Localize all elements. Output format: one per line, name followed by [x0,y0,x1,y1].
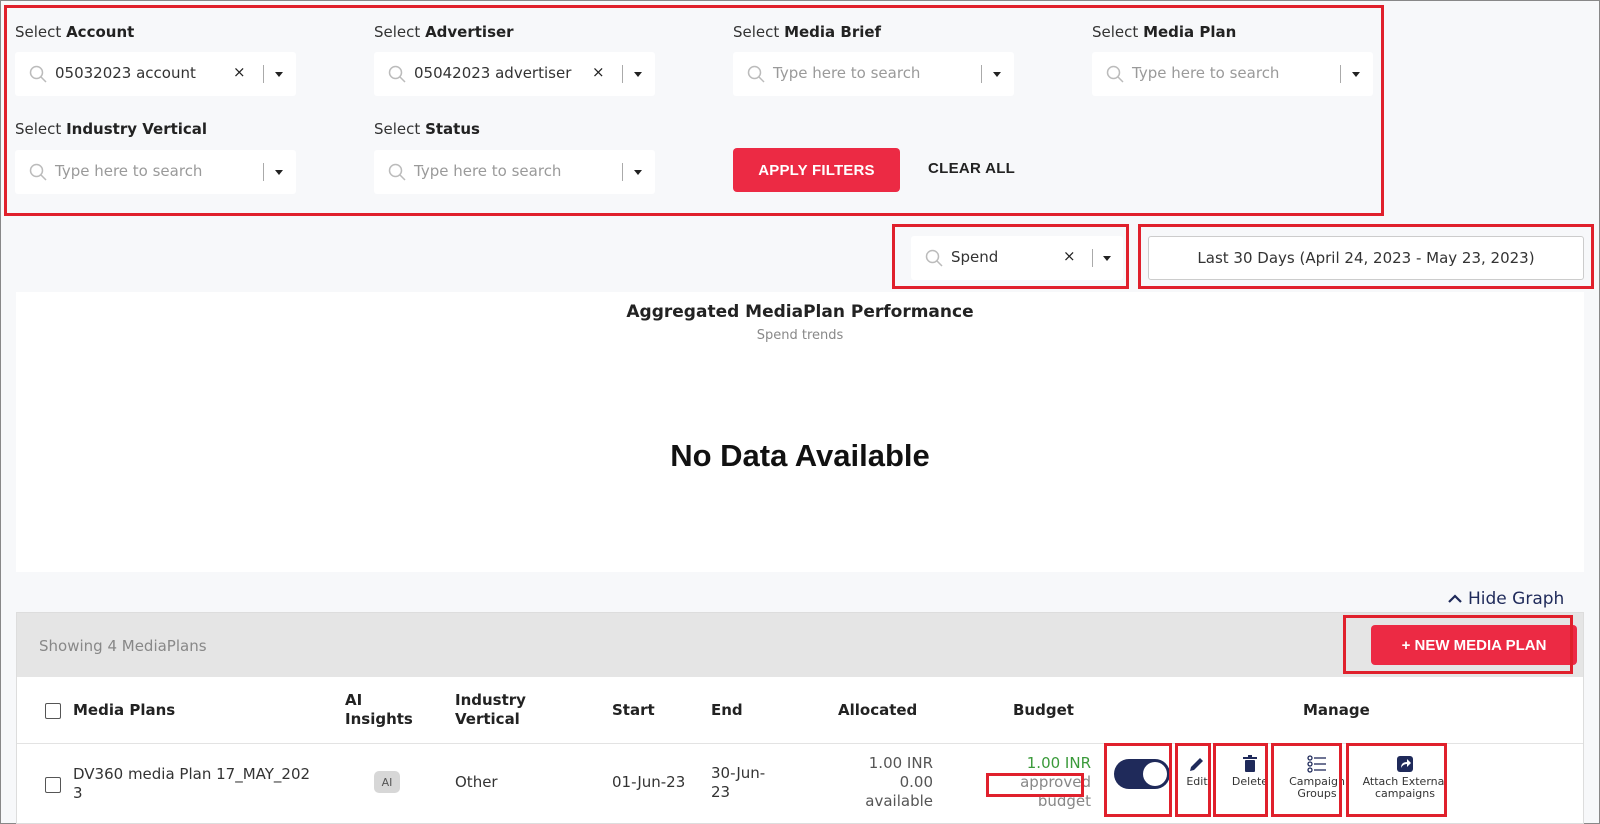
col-manage: Manage [1303,701,1370,719]
end-date: 30-Jun- 23 [711,764,766,801]
chart-subtitle: Spend trends [756,328,844,343]
start-date: 01-Jun-23 [612,773,686,791]
select-all-checkbox[interactable] [45,703,61,719]
highlight-box [1104,743,1172,817]
col-budget[interactable]: Budget [1013,701,1074,720]
media-plan-name[interactable]: DV360 media Plan 17_MAY_202 3 [73,765,310,803]
chevron-up-icon [1448,594,1462,603]
highlight-box [986,773,1084,797]
highlight-box [1343,615,1573,674]
industry-value: Other [455,773,498,791]
allocated-value: 1.00 INR 0.00 available [865,754,933,810]
ai-badge[interactable]: AI [374,771,400,793]
hide-graph-toggle[interactable]: Hide Graph [1448,589,1564,609]
no-data-message: No Data Available [670,438,930,473]
highlight-box [1175,743,1211,817]
highlight-box [4,5,1384,216]
highlight-box [1138,224,1594,289]
chart-title: Aggregated MediaPlan Performance [626,302,974,322]
highlight-box [892,224,1129,289]
col-start[interactable]: Start [612,701,655,720]
highlight-box [1213,743,1268,817]
hide-graph-label: Hide Graph [1468,589,1565,609]
col-ai-insights[interactable]: AI Insights [345,691,413,729]
col-allocated[interactable]: Allocated [838,701,917,720]
highlight-box [1346,743,1447,817]
col-end[interactable]: End [711,701,743,720]
chart-panel: Aggregated MediaPlan Performance Spend t… [16,292,1584,572]
row-checkbox[interactable] [45,777,61,793]
showing-count: Showing 4 MediaPlans [39,637,207,655]
highlight-box [1271,743,1342,817]
col-industry-vertical[interactable]: Industry Vertical [455,691,526,729]
col-media-plans[interactable]: Media Plans [73,701,175,720]
